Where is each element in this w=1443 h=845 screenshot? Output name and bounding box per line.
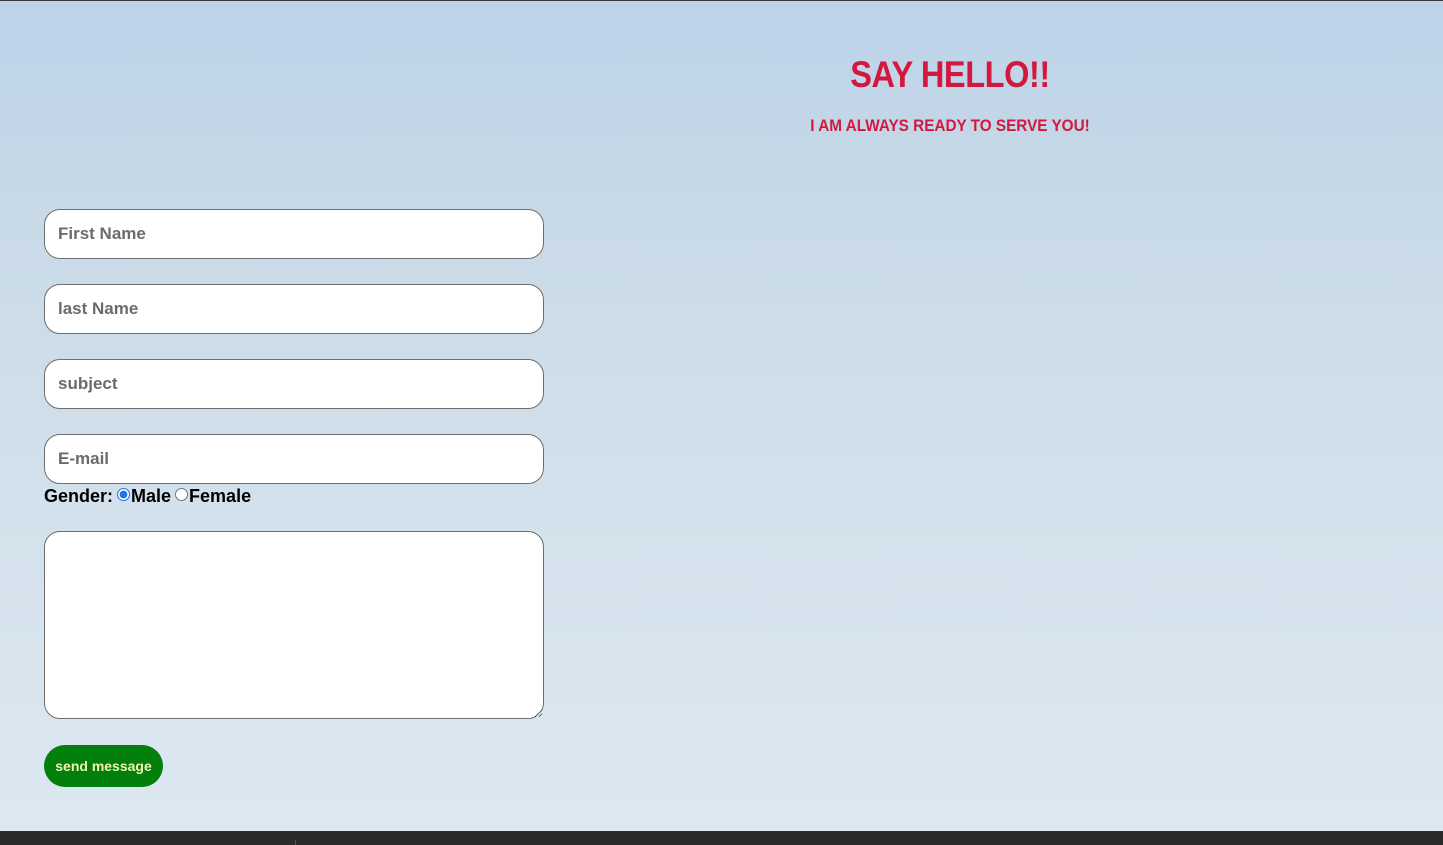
gender-male-label[interactable]: Male <box>131 486 171 507</box>
gender-female-label[interactable]: Female <box>189 486 251 507</box>
message-textarea[interactable] <box>44 531 544 719</box>
send-message-button[interactable]: send message <box>44 745 163 787</box>
last-name-input[interactable] <box>44 284 544 334</box>
top-border <box>0 0 1443 1</box>
gender-female-radio[interactable] <box>175 487 189 501</box>
contact-form: Gender: Male Female send message <box>44 209 544 787</box>
first-name-input[interactable] <box>44 209 544 259</box>
gender-label: Gender: <box>44 485 114 506</box>
bottom-bar-divider <box>295 840 296 845</box>
gender-group: Gender: Male Female <box>44 484 544 508</box>
email-input[interactable] <box>44 434 544 484</box>
contact-header: SAY HELLO!! I AM ALWAYS READY TO SERVE Y… <box>690 52 1210 136</box>
gender-male-radio[interactable] <box>117 487 131 501</box>
bottom-bar <box>0 831 1443 845</box>
page-title: SAY HELLO!! <box>850 54 1050 95</box>
subject-input[interactable] <box>44 359 544 409</box>
page-subtitle: I AM ALWAYS READY TO SERVE YOU! <box>810 116 1090 135</box>
